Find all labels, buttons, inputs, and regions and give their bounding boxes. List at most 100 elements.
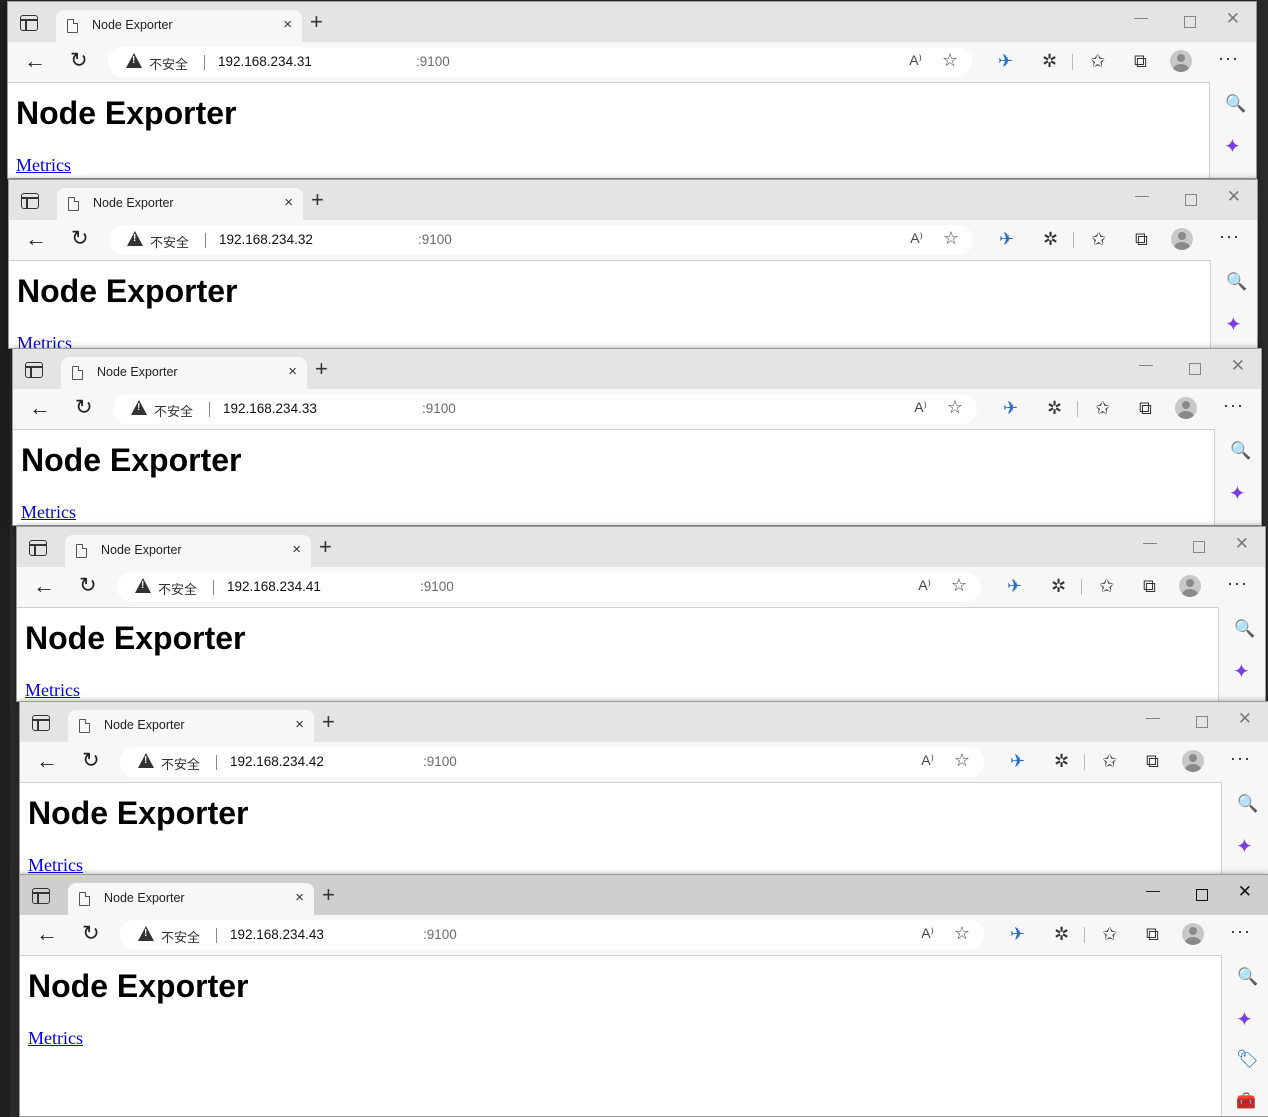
warning-icon[interactable] xyxy=(126,53,142,68)
title-bar[interactable]: Node Exporter × + — ✕ xyxy=(8,2,1256,42)
read-aloud-icon[interactable]: A⁾ xyxy=(918,577,931,594)
new-tab-button[interactable]: + xyxy=(310,11,323,33)
url-host[interactable]: 192.168.234.42 xyxy=(230,754,324,769)
tab-close-icon[interactable]: × xyxy=(284,194,293,212)
new-tab-button[interactable]: + xyxy=(322,711,335,733)
close-window-button[interactable]: ✕ xyxy=(1235,535,1249,552)
metrics-link[interactable]: Metrics xyxy=(17,333,72,348)
sidebar-search-icon[interactable]: 🔍 xyxy=(1237,794,1258,814)
minimize-button[interactable]: — xyxy=(1146,883,1160,897)
sidebar-copilot-icon[interactable]: ✦ xyxy=(1225,312,1242,337)
tab-node-exporter[interactable]: Node Exporter × xyxy=(65,535,311,567)
url-port[interactable]: :9100 xyxy=(422,401,456,416)
tab-close-icon[interactable]: × xyxy=(283,16,292,34)
performance-icon[interactable]: ✈ xyxy=(1010,923,1025,945)
minimize-button[interactable]: — xyxy=(1143,535,1157,549)
maximize-button[interactable] xyxy=(1189,363,1201,375)
tab-node-exporter[interactable]: Node Exporter × xyxy=(57,188,303,220)
more-menu-icon[interactable]: ··· xyxy=(1230,921,1251,942)
favorites-icon[interactable]: ✩ xyxy=(1099,575,1114,597)
tab-node-exporter[interactable]: Node Exporter × xyxy=(68,883,314,915)
url-host[interactable]: 192.168.234.31 xyxy=(218,54,312,69)
new-tab-button[interactable]: + xyxy=(311,189,324,211)
tab-close-icon[interactable]: × xyxy=(288,363,297,381)
security-label[interactable]: 不安全 xyxy=(150,232,189,251)
reload-button[interactable]: ↻ xyxy=(82,750,100,772)
favorites-icon[interactable]: ✩ xyxy=(1091,228,1106,250)
back-button[interactable]: ← xyxy=(24,50,46,72)
close-window-button[interactable]: ✕ xyxy=(1238,710,1252,727)
more-menu-icon[interactable]: ··· xyxy=(1223,395,1244,416)
tab-node-exporter[interactable]: Node Exporter × xyxy=(56,10,302,42)
sidebar-copilot-icon[interactable]: ✦ xyxy=(1233,659,1250,684)
more-menu-icon[interactable]: ··· xyxy=(1218,48,1239,69)
url-host[interactable]: 192.168.234.43 xyxy=(230,927,324,942)
performance-icon[interactable]: ✈ xyxy=(1010,750,1025,772)
address-bar[interactable]: 不安全 192.168.234.31 :9100 A⁾ ☆ xyxy=(108,47,972,77)
warning-icon[interactable] xyxy=(135,578,151,593)
favorites-icon[interactable]: ✩ xyxy=(1102,923,1117,945)
collections-icon[interactable]: ⧉ xyxy=(1135,228,1148,250)
url-port[interactable]: :9100 xyxy=(420,579,454,594)
tab-actions-icon[interactable] xyxy=(32,715,50,731)
maximize-button[interactable] xyxy=(1184,16,1196,28)
title-bar[interactable]: Node Exporter × + — ✕ xyxy=(13,349,1261,389)
extensions-icon[interactable]: ✲ xyxy=(1047,397,1062,419)
browser-window-3[interactable]: Node Exporter × + — ✕ ← ↻ 不安全 192.168.23… xyxy=(12,348,1262,526)
tab-close-icon[interactable]: × xyxy=(295,716,304,734)
close-window-button[interactable]: ✕ xyxy=(1226,10,1240,27)
maximize-button[interactable] xyxy=(1196,716,1208,728)
address-bar[interactable]: 不安全 192.168.234.41 :9100 A⁾ ☆ xyxy=(117,572,981,602)
sidebar-tools-icon[interactable]: 🧰 xyxy=(1236,1091,1256,1111)
reload-button[interactable]: ↻ xyxy=(79,575,97,597)
metrics-link[interactable]: Metrics xyxy=(16,155,71,176)
profile-avatar[interactable] xyxy=(1175,397,1197,419)
warning-icon[interactable] xyxy=(127,231,143,246)
tab-node-exporter[interactable]: Node Exporter × xyxy=(61,357,307,389)
back-button[interactable]: ← xyxy=(25,228,47,250)
more-menu-icon[interactable]: ··· xyxy=(1227,573,1248,594)
more-menu-icon[interactable]: ··· xyxy=(1219,226,1240,247)
more-menu-icon[interactable]: ··· xyxy=(1230,748,1251,769)
close-window-button[interactable]: ✕ xyxy=(1238,883,1252,900)
profile-avatar[interactable] xyxy=(1170,50,1192,72)
warning-icon[interactable] xyxy=(131,400,147,415)
maximize-button[interactable] xyxy=(1196,889,1208,901)
favorites-icon[interactable]: ✩ xyxy=(1090,50,1105,72)
reload-button[interactable]: ↻ xyxy=(82,923,100,945)
url-host[interactable]: 192.168.234.32 xyxy=(219,232,313,247)
minimize-button[interactable]: — xyxy=(1134,10,1148,24)
back-button[interactable]: ← xyxy=(29,397,51,419)
security-label[interactable]: 不安全 xyxy=(161,927,200,946)
minimize-button[interactable]: — xyxy=(1146,710,1160,724)
browser-window-1[interactable]: Node Exporter × + — ✕ ← ↻ 不安全 192.168.23… xyxy=(7,1,1257,179)
performance-icon[interactable]: ✈ xyxy=(999,228,1014,250)
tab-actions-icon[interactable] xyxy=(20,15,38,31)
sidebar-copilot-icon[interactable]: ✦ xyxy=(1236,834,1253,859)
add-favorite-icon[interactable]: ☆ xyxy=(954,923,970,944)
tab-actions-icon[interactable] xyxy=(32,888,50,904)
sidebar-search-icon[interactable]: 🔍 xyxy=(1230,441,1251,461)
metrics-link[interactable]: Metrics xyxy=(25,680,80,701)
title-bar[interactable]: Node Exporter × + — ✕ xyxy=(20,875,1268,915)
collections-icon[interactable]: ⧉ xyxy=(1134,50,1147,72)
collections-icon[interactable]: ⧉ xyxy=(1139,397,1152,419)
new-tab-button[interactable]: + xyxy=(322,884,335,906)
add-favorite-icon[interactable]: ☆ xyxy=(954,750,970,771)
url-port[interactable]: :9100 xyxy=(418,232,452,247)
back-button[interactable]: ← xyxy=(36,750,58,772)
sidebar-copilot-icon[interactable]: ✦ xyxy=(1224,134,1241,159)
collections-icon[interactable]: ⧉ xyxy=(1143,575,1156,597)
reload-button[interactable]: ↻ xyxy=(75,397,93,419)
browser-window-4[interactable]: Node Exporter × + — ✕ ← ↻ 不安全 192.168.23… xyxy=(16,526,1266,702)
warning-icon[interactable] xyxy=(138,926,154,941)
add-favorite-icon[interactable]: ☆ xyxy=(947,397,963,418)
minimize-button[interactable]: — xyxy=(1139,357,1153,371)
browser-window-6[interactable]: Node Exporter × + — ✕ ← ↻ 不安全 192.168.23… xyxy=(19,874,1268,1117)
add-favorite-icon[interactable]: ☆ xyxy=(943,228,959,249)
browser-window-5[interactable]: Node Exporter × + — ✕ ← ↻ 不安全 192.168.23… xyxy=(19,701,1268,875)
tab-close-icon[interactable]: × xyxy=(292,541,301,559)
url-host[interactable]: 192.168.234.33 xyxy=(223,401,317,416)
address-bar[interactable]: 不安全 192.168.234.43 :9100 A⁾ ☆ xyxy=(120,920,984,950)
reload-button[interactable]: ↻ xyxy=(70,50,88,72)
